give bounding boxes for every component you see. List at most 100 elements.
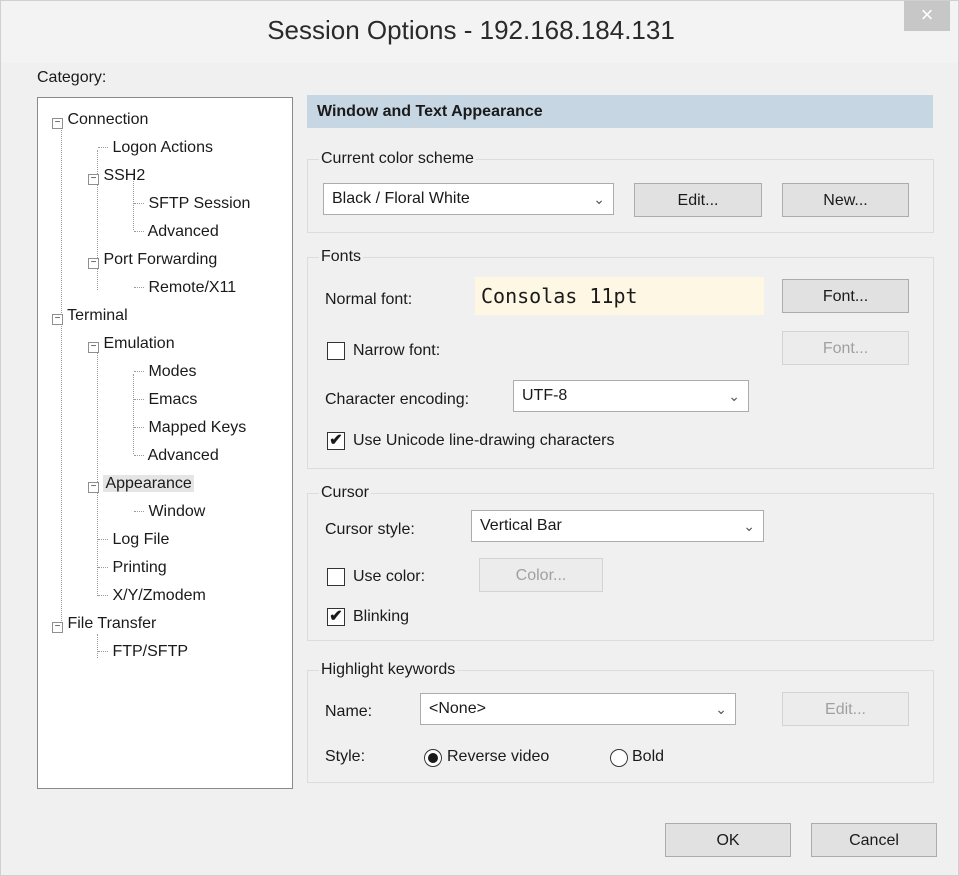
section-header: Window and Text Appearance [307, 95, 933, 128]
tree-item-label: X/Y/Zmodem [112, 587, 206, 604]
category-label: Category: [37, 69, 107, 86]
highlight-edit-button[interactable]: Edit... [782, 692, 909, 726]
highlight-style-label: Style: [325, 748, 366, 765]
ok-button[interactable]: OK [665, 823, 791, 857]
cursor-color-button[interactable]: Color... [479, 558, 603, 592]
cursor-style-select[interactable]: Vertical Bar ⌄ [471, 510, 764, 542]
tree-line [61, 122, 62, 627]
collapse-icon[interactable]: − [52, 622, 63, 633]
category-tree[interactable]: − Connection Logon Actions − SSH2 SFTP S… [37, 97, 293, 789]
tree-item-printing[interactable]: Printing [98, 556, 167, 580]
collapse-icon[interactable]: − [52, 118, 63, 129]
collapse-icon[interactable]: − [52, 314, 63, 325]
tree-item-label: File Transfer [67, 615, 157, 632]
tree-item-emulation[interactable]: − Emulation [88, 332, 175, 356]
tree-item-modes[interactable]: Modes [134, 360, 196, 384]
tree-line [134, 371, 144, 372]
close-button[interactable]: × [904, 1, 950, 31]
narrow-font-button[interactable]: Font... [782, 331, 909, 365]
collapse-icon[interactable]: − [88, 258, 99, 269]
color-scheme-value: Black / Floral White [332, 190, 470, 207]
collapse-icon[interactable]: − [88, 482, 99, 493]
character-encoding-label: Character encoding: [325, 391, 470, 408]
session-options-dialog: Session Options - 192.168.184.131 × Cate… [0, 0, 959, 876]
chevron-down-icon: ⌄ [743, 518, 755, 534]
tree-item-file-transfer[interactable]: − File Transfer [52, 612, 156, 636]
tree-item-label: Emacs [148, 391, 198, 408]
tree-line [98, 567, 108, 568]
character-encoding-select[interactable]: UTF-8 ⌄ [513, 380, 749, 412]
tree-line [134, 455, 144, 456]
normal-font-button[interactable]: Font... [782, 279, 909, 313]
tree-item-emulation-advanced[interactable]: Advanced [134, 444, 219, 468]
chevron-down-icon: ⌄ [593, 191, 605, 207]
fonts-group-label: Fonts [319, 248, 364, 266]
tree-item-ssh2-advanced[interactable]: Advanced [134, 220, 219, 244]
tree-line [134, 203, 144, 204]
reverse-video-radio[interactable] [424, 749, 442, 767]
tree-item-label: Connection [67, 111, 149, 128]
reverse-video-label: Reverse video [447, 748, 550, 765]
tree-item-mapped-keys[interactable]: Mapped Keys [134, 416, 246, 440]
highlight-keywords-group-label: Highlight keywords [319, 661, 458, 679]
cursor-group-label: Cursor [319, 484, 372, 502]
unicode-line-drawing-label: Use Unicode line-drawing characters [353, 432, 615, 449]
tree-item-ftp-sftp[interactable]: FTP/SFTP [98, 640, 188, 664]
tree-item-port-forwarding[interactable]: − Port Forwarding [88, 248, 217, 272]
tree-line [98, 539, 108, 540]
tree-item-label: SFTP Session [148, 195, 251, 212]
tree-line [98, 147, 108, 148]
use-color-checkbox[interactable] [327, 568, 345, 586]
highlight-name-label: Name: [325, 703, 373, 720]
tree-item-sftp-session[interactable]: SFTP Session [134, 192, 250, 216]
tree-item-label: Remote/X11 [148, 279, 237, 296]
normal-font-label: Normal font: [325, 291, 413, 308]
cursor-style-value: Vertical Bar [480, 517, 562, 534]
collapse-icon[interactable]: − [88, 174, 99, 185]
unicode-line-drawing-checkbox[interactable]: ✔ [327, 432, 345, 450]
tree-line [134, 287, 144, 288]
collapse-icon[interactable]: − [88, 342, 99, 353]
tree-item-label: Modes [148, 363, 197, 380]
tree-item-window[interactable]: Window [134, 500, 205, 524]
new-color-scheme-button[interactable]: New... [782, 183, 909, 217]
tree-item-terminal[interactable]: − Terminal [52, 304, 128, 328]
edit-color-scheme-button[interactable]: Edit... [634, 183, 762, 217]
tree-line [98, 651, 108, 652]
tree-item-connection[interactable]: − Connection [52, 108, 148, 132]
tree-item-appearance[interactable]: − Appearance [88, 472, 194, 496]
tree-line [134, 427, 144, 428]
character-encoding-value: UTF-8 [522, 387, 568, 404]
tree-item-label: Port Forwarding [103, 251, 218, 268]
tree-item-label: Appearance [103, 475, 194, 492]
color-scheme-group-label: Current color scheme [319, 150, 476, 168]
highlight-name-value: <None> [429, 700, 486, 717]
tree-line [133, 374, 134, 454]
tree-line [98, 595, 108, 596]
narrow-font-checkbox[interactable] [327, 342, 345, 360]
tree-item-ssh2[interactable]: − SSH2 [88, 164, 145, 188]
tree-item-xyzmodem[interactable]: X/Y/Zmodem [98, 584, 206, 608]
tree-item-remote-x11[interactable]: Remote/X11 [134, 276, 236, 300]
chevron-down-icon: ⌄ [728, 388, 740, 404]
blinking-checkbox[interactable]: ✔ [327, 608, 345, 626]
bold-label: Bold [632, 748, 665, 765]
tree-line [134, 231, 144, 232]
bold-radio[interactable] [610, 749, 628, 767]
normal-font-preview: Consolas 11pt [475, 277, 764, 315]
cancel-button[interactable]: Cancel [811, 823, 937, 857]
color-scheme-select[interactable]: Black / Floral White ⌄ [323, 183, 614, 215]
tree-line [134, 511, 144, 512]
tree-item-logon-actions[interactable]: Logon Actions [98, 136, 213, 160]
tree-item-label: Log File [112, 531, 170, 548]
tree-item-emacs[interactable]: Emacs [134, 388, 197, 412]
tree-item-label: Advanced [147, 447, 219, 464]
use-color-label: Use color: [353, 568, 426, 585]
tree-item-log-file[interactable]: Log File [98, 528, 169, 552]
highlight-name-select[interactable]: <None> ⌄ [420, 693, 736, 725]
tree-line [134, 399, 144, 400]
tree-item-label: Printing [112, 559, 167, 576]
tree-item-label: SSH2 [103, 167, 146, 184]
tree-item-label: Advanced [147, 223, 219, 240]
chevron-down-icon: ⌄ [715, 701, 727, 717]
